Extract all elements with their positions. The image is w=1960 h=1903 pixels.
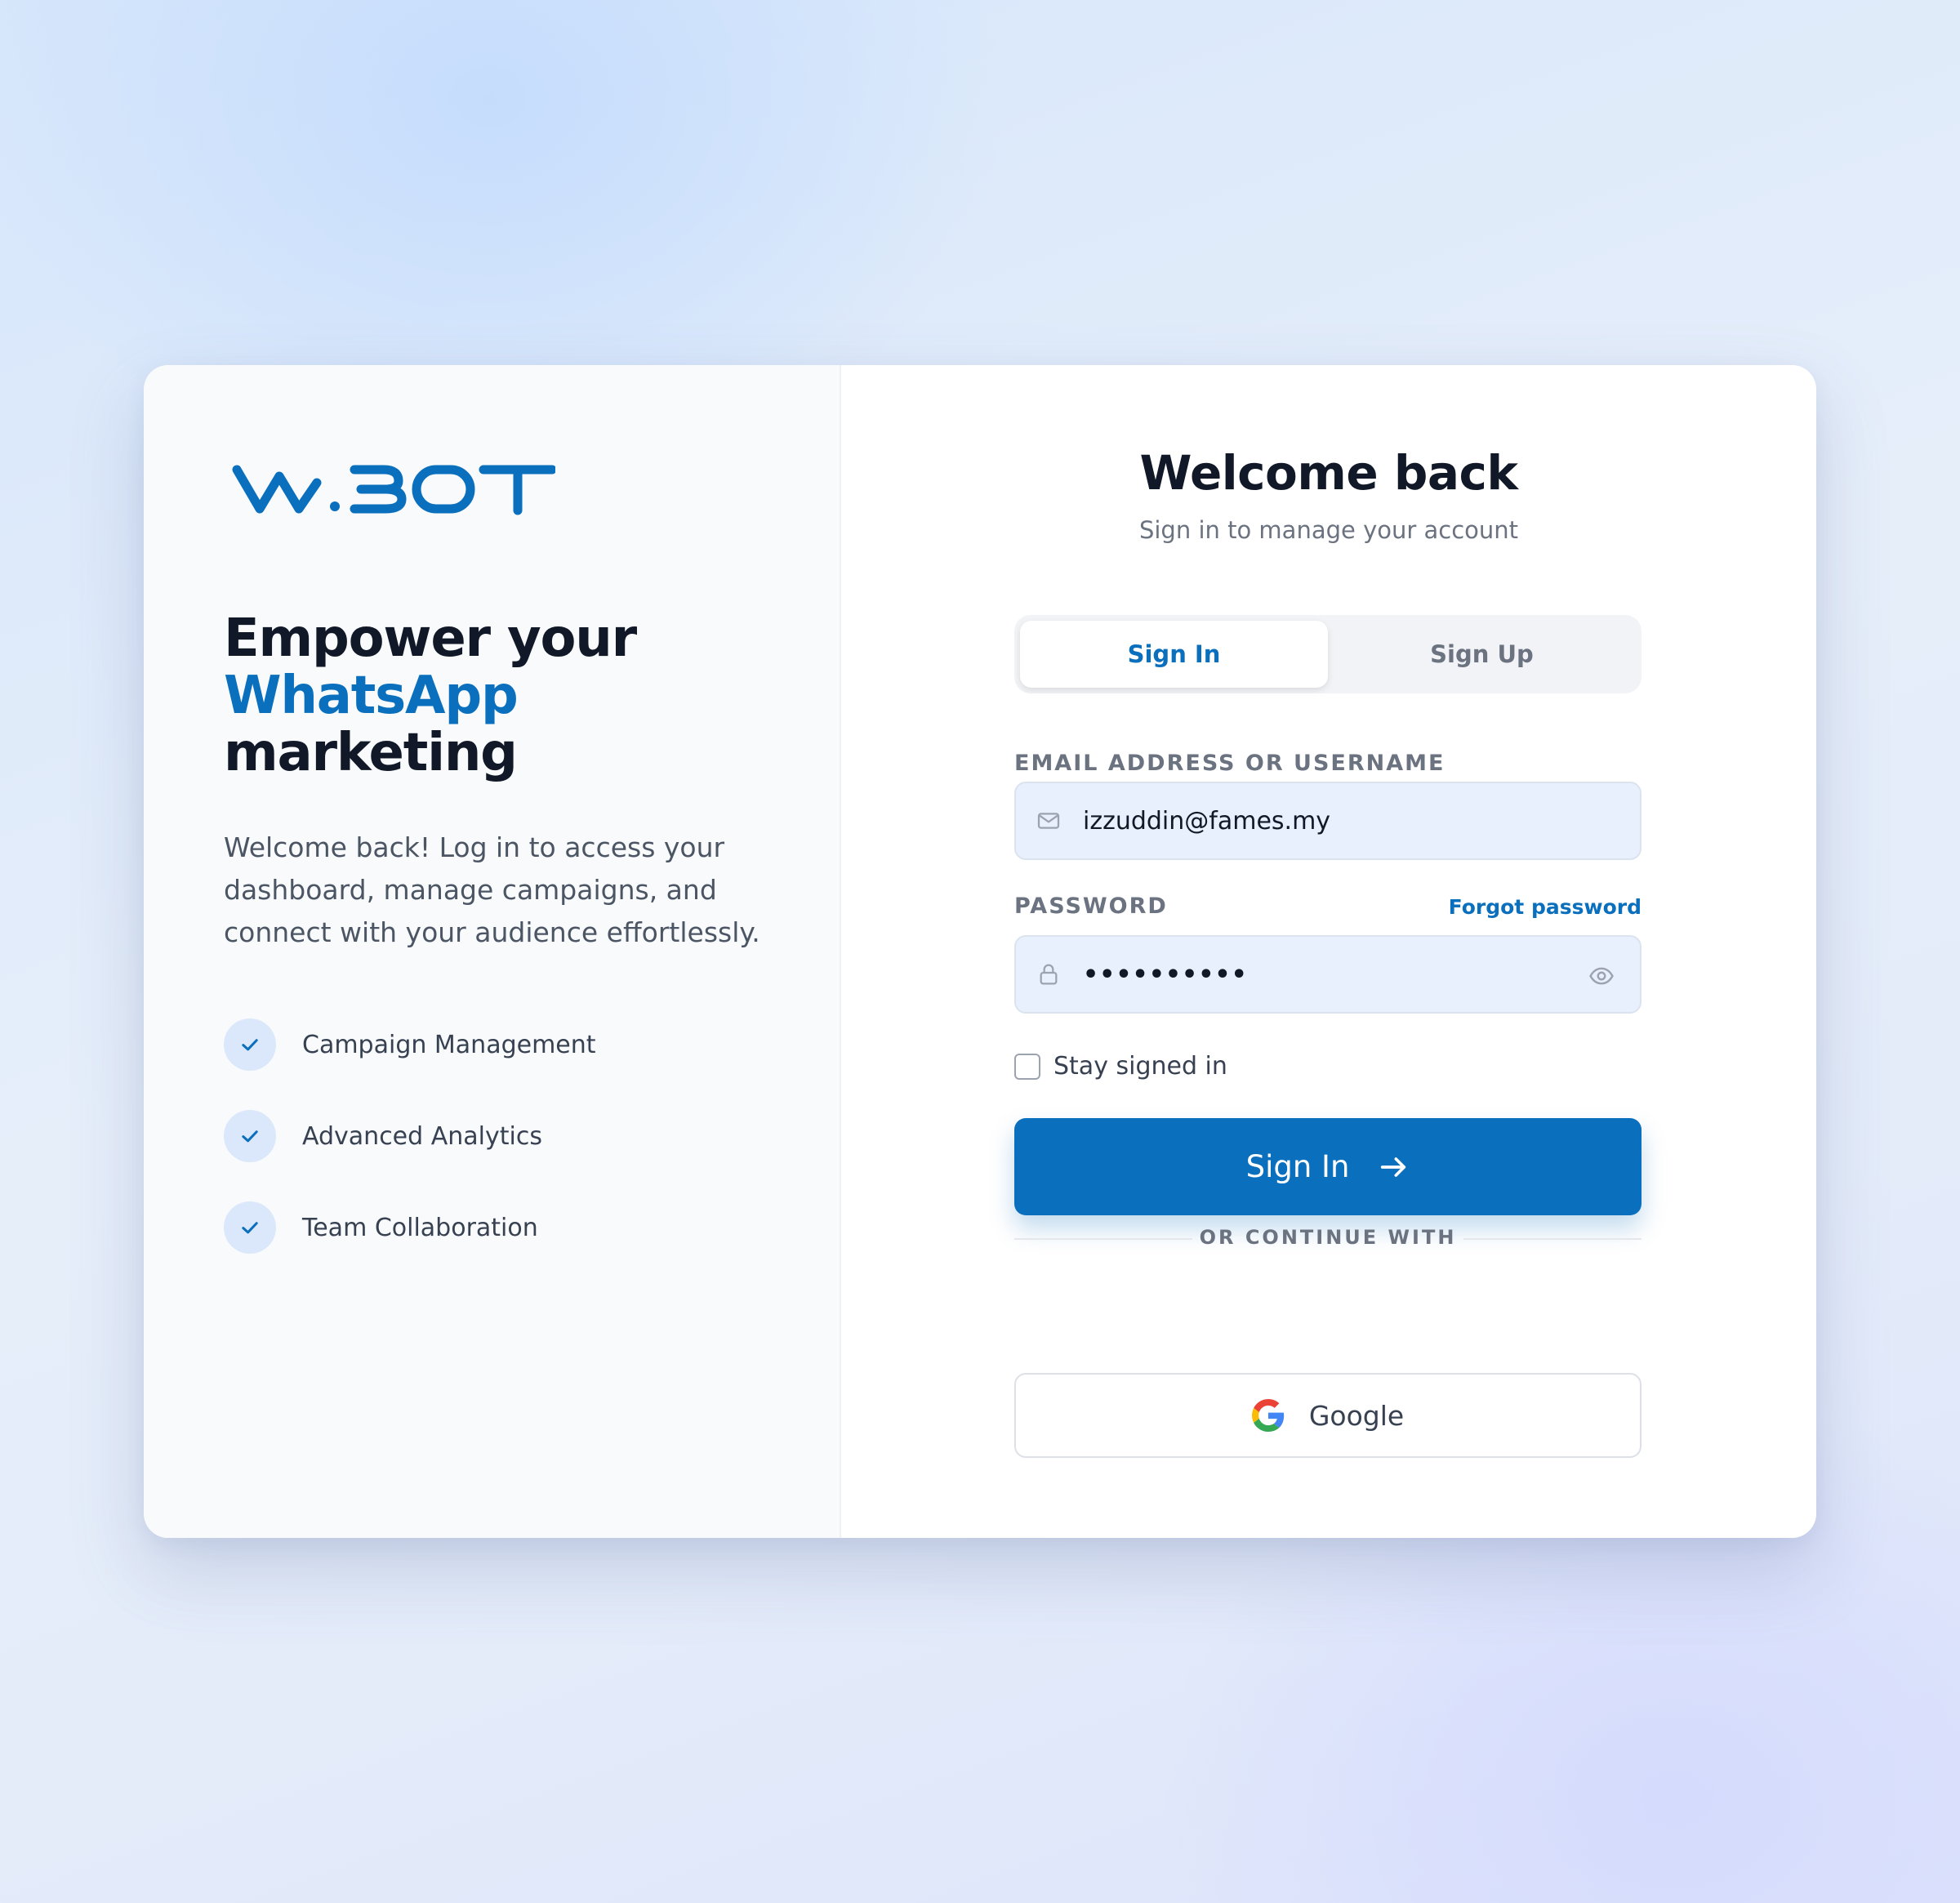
google-sign-in-button[interactable]: Google xyxy=(1014,1373,1642,1458)
feature-label: Advanced Analytics xyxy=(302,1121,542,1151)
headline-line-2: WhatsApp xyxy=(224,666,519,726)
arrow-right-icon xyxy=(1377,1151,1410,1183)
lock-icon xyxy=(1036,961,1062,987)
feature-item: Team Collaboration xyxy=(224,1201,596,1254)
feature-label: Team Collaboration xyxy=(302,1213,538,1242)
login-card: Empower your WhatsApp marketing Welcome … xyxy=(144,365,1816,1538)
brand-panel: Empower your WhatsApp marketing Welcome … xyxy=(144,365,841,1538)
feature-item: Advanced Analytics xyxy=(224,1110,596,1162)
divider-text: OR CONTINUE WITH xyxy=(1199,1226,1457,1249)
auth-tabs: Sign In Sign Up xyxy=(1014,615,1642,693)
stay-signed-in-label[interactable]: Stay signed in xyxy=(1054,1052,1227,1081)
check-icon xyxy=(224,1110,276,1162)
forgot-password-link[interactable]: Forgot password xyxy=(1449,895,1642,919)
form-title: Welcome back xyxy=(1139,445,1518,501)
hero-description: Welcome back! Log in to access your dash… xyxy=(224,831,760,948)
headline-line-3: marketing xyxy=(224,723,518,783)
email-field[interactable]: izzuddin@fames.my xyxy=(1014,782,1642,860)
feature-item: Campaign Management xyxy=(224,1018,596,1071)
tab-sign-in[interactable]: Sign In xyxy=(1020,621,1328,688)
email-value[interactable]: izzuddin@fames.my xyxy=(1083,807,1330,836)
stay-signed-in: Stay signed in xyxy=(1014,1052,1227,1081)
check-icon xyxy=(224,1201,276,1254)
password-field[interactable]: •••••••••• xyxy=(1014,935,1642,1014)
sign-in-button-label: Sign In xyxy=(1245,1149,1350,1184)
headline-line-1: Empower your xyxy=(224,608,637,669)
mail-icon xyxy=(1036,808,1062,834)
eye-icon[interactable] xyxy=(1588,962,1615,990)
tab-sign-up[interactable]: Sign Up xyxy=(1328,621,1636,688)
stay-signed-in-checkbox[interactable] xyxy=(1014,1053,1040,1080)
feature-list: Campaign Management Advanced Analytics T… xyxy=(224,1018,596,1293)
password-label: PASSWORD xyxy=(1014,894,1168,919)
google-icon xyxy=(1251,1399,1285,1432)
wabot-logo xyxy=(232,461,555,515)
or-divider: OR CONTINUE WITH xyxy=(1014,1193,1642,1283)
divider-line xyxy=(1463,1238,1642,1240)
password-value[interactable]: •••••••••• xyxy=(1083,960,1248,989)
sign-in-panel: Welcome back Sign in to manage your acco… xyxy=(841,365,1816,1538)
feature-label: Campaign Management xyxy=(302,1030,596,1059)
form-subtitle: Sign in to manage your account xyxy=(1138,516,1519,544)
email-label: EMAIL ADDRESS OR USERNAME xyxy=(1014,751,1446,776)
check-icon xyxy=(224,1018,276,1071)
hero-headline: Empower your WhatsApp marketing xyxy=(224,608,637,783)
google-button-label: Google xyxy=(1308,1399,1405,1432)
